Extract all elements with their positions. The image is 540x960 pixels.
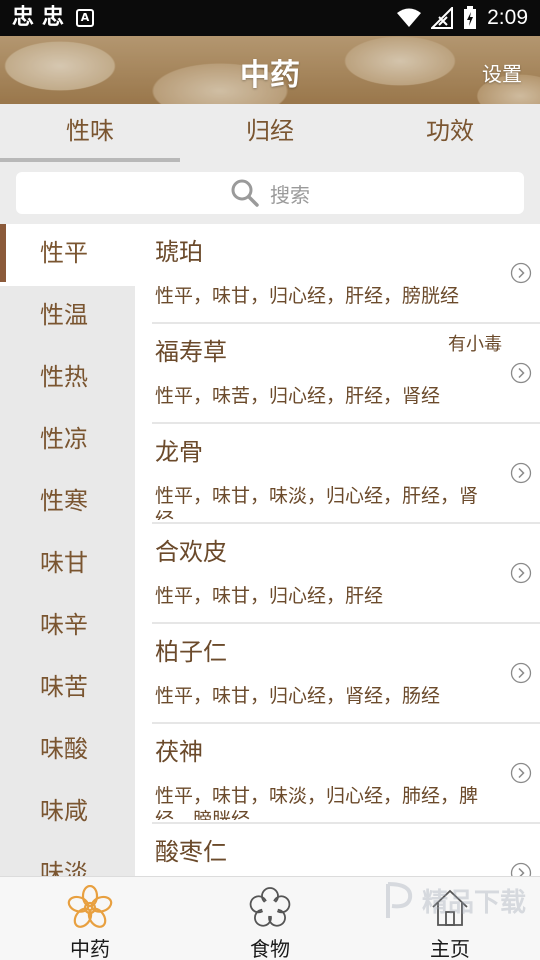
search-placeholder: 搜索	[270, 182, 310, 207]
herb-name: 琥珀	[155, 238, 203, 266]
flower-icon	[67, 885, 113, 928]
category-item[interactable]: 味酸	[0, 720, 135, 782]
category-item[interactable]: 味淡	[0, 844, 135, 876]
signal-icon	[431, 7, 454, 29]
herb-properties: 性平，味甘，归心经，肝经	[155, 585, 384, 607]
status-bar: 忠 忠 A 2:09	[0, 0, 540, 36]
herb-name: 酸枣仁	[155, 838, 227, 866]
herb-name: 茯神	[155, 738, 203, 766]
nav-label: 中药	[70, 937, 110, 960]
page-title: 中药	[240, 58, 300, 93]
watermark-logo-icon	[385, 882, 413, 918]
chevron-right-icon	[510, 862, 532, 876]
herb-name: 柏子仁	[155, 638, 227, 666]
watermark-text: 精品下载	[421, 887, 526, 918]
herb-name: 合欢皮	[155, 538, 227, 566]
chevron-right-icon	[510, 462, 532, 484]
category-item[interactable]: 性凉	[0, 410, 135, 472]
flower-outline-icon	[249, 887, 291, 927]
app-header: 中药 设置	[0, 36, 540, 104]
chevron-right-icon	[510, 362, 532, 384]
category-item[interactable]: 味咸	[0, 782, 135, 844]
category-item[interactable]: 性寒	[0, 472, 135, 534]
status-time: 2:09	[487, 6, 528, 29]
app-notification-icon: A	[76, 9, 95, 27]
watermark: 精品下载	[382, 880, 526, 920]
status-notifications: 忠 忠 A	[12, 5, 95, 30]
wifi-icon	[397, 8, 422, 27]
nav-item-food[interactable]: 食物	[180, 877, 360, 960]
status-indicators: 2:09	[397, 6, 528, 30]
bug-icon: 忠	[42, 5, 65, 30]
tab-bar: 性味 归经 功效	[0, 104, 540, 162]
herb-properties: 性平，味甘，味淡，归心经，肺经，脾经，膀胱经	[155, 785, 479, 820]
herb-row[interactable]: 柏子仁 性平，味甘，归心经，肾经，肠经	[152, 624, 540, 724]
category-item[interactable]: 味辛	[0, 596, 135, 658]
herb-note: 有小毒	[448, 334, 502, 355]
category-list: 性平 性温 性热 性凉 性寒 味甘 味辛 味苦 味酸 味咸 味淡	[0, 224, 135, 876]
settings-button[interactable]: 设置	[482, 58, 522, 87]
category-item[interactable]: 性热	[0, 348, 135, 410]
chevron-right-icon	[510, 262, 532, 284]
herb-list: 琥珀 性平，味甘，归心经，肝经，膀胱经 福寿草 有小毒 性平，味苦，归心经，肝经…	[135, 224, 540, 876]
tab-xingwei[interactable]: 性味	[0, 104, 180, 162]
chevron-right-icon	[510, 562, 532, 584]
category-item[interactable]: 性温	[0, 286, 135, 348]
chevron-right-icon	[510, 662, 532, 684]
nav-label: 食物	[250, 937, 290, 960]
herb-properties: 性平，味甘，归心经，肾经，肠经	[155, 685, 441, 707]
chevron-right-icon	[510, 762, 532, 784]
category-item[interactable]: 味甘	[0, 534, 135, 596]
tab-guijing[interactable]: 归经	[180, 104, 360, 162]
herb-row[interactable]: 合欢皮 性平，味甘，归心经，肝经	[152, 524, 540, 624]
category-item[interactable]: 性平	[0, 224, 135, 286]
tab-gongxiao[interactable]: 功效	[360, 104, 540, 162]
herb-properties: 性平，味甘，味淡，归心经，肝经，肾经	[155, 485, 479, 520]
category-item[interactable]: 味苦	[0, 658, 135, 720]
search-icon	[231, 179, 259, 207]
battery-icon	[464, 6, 477, 29]
search-input[interactable]: 搜索	[16, 172, 524, 214]
herb-properties: 性平，味苦，归心经，肝经，肾经	[155, 385, 441, 407]
herb-row[interactable]: 龙骨 性平，味甘，味淡，归心经，肝经，肾经	[152, 424, 540, 524]
herb-row[interactable]: 福寿草 有小毒 性平，味苦，归心经，肝经，肾经	[152, 324, 540, 424]
herb-properties: 性平，味甘，归心经，肝经，膀胱经	[155, 285, 460, 307]
bug-icon: 忠	[12, 5, 35, 30]
nav-label: 主页	[430, 937, 470, 960]
search-area: 搜索	[0, 162, 540, 224]
herb-row[interactable]: 茯神 性平，味甘，味淡，归心经，肺经，脾经，膀胱经	[152, 724, 540, 824]
herb-name: 龙骨	[155, 438, 203, 466]
herb-name: 福寿草	[155, 338, 227, 366]
herb-row[interactable]: 琥珀 性平，味甘，归心经，肝经，膀胱经	[152, 224, 540, 324]
herb-row[interactable]: 酸枣仁	[152, 824, 540, 876]
nav-item-herbs[interactable]: 中药	[0, 877, 180, 960]
